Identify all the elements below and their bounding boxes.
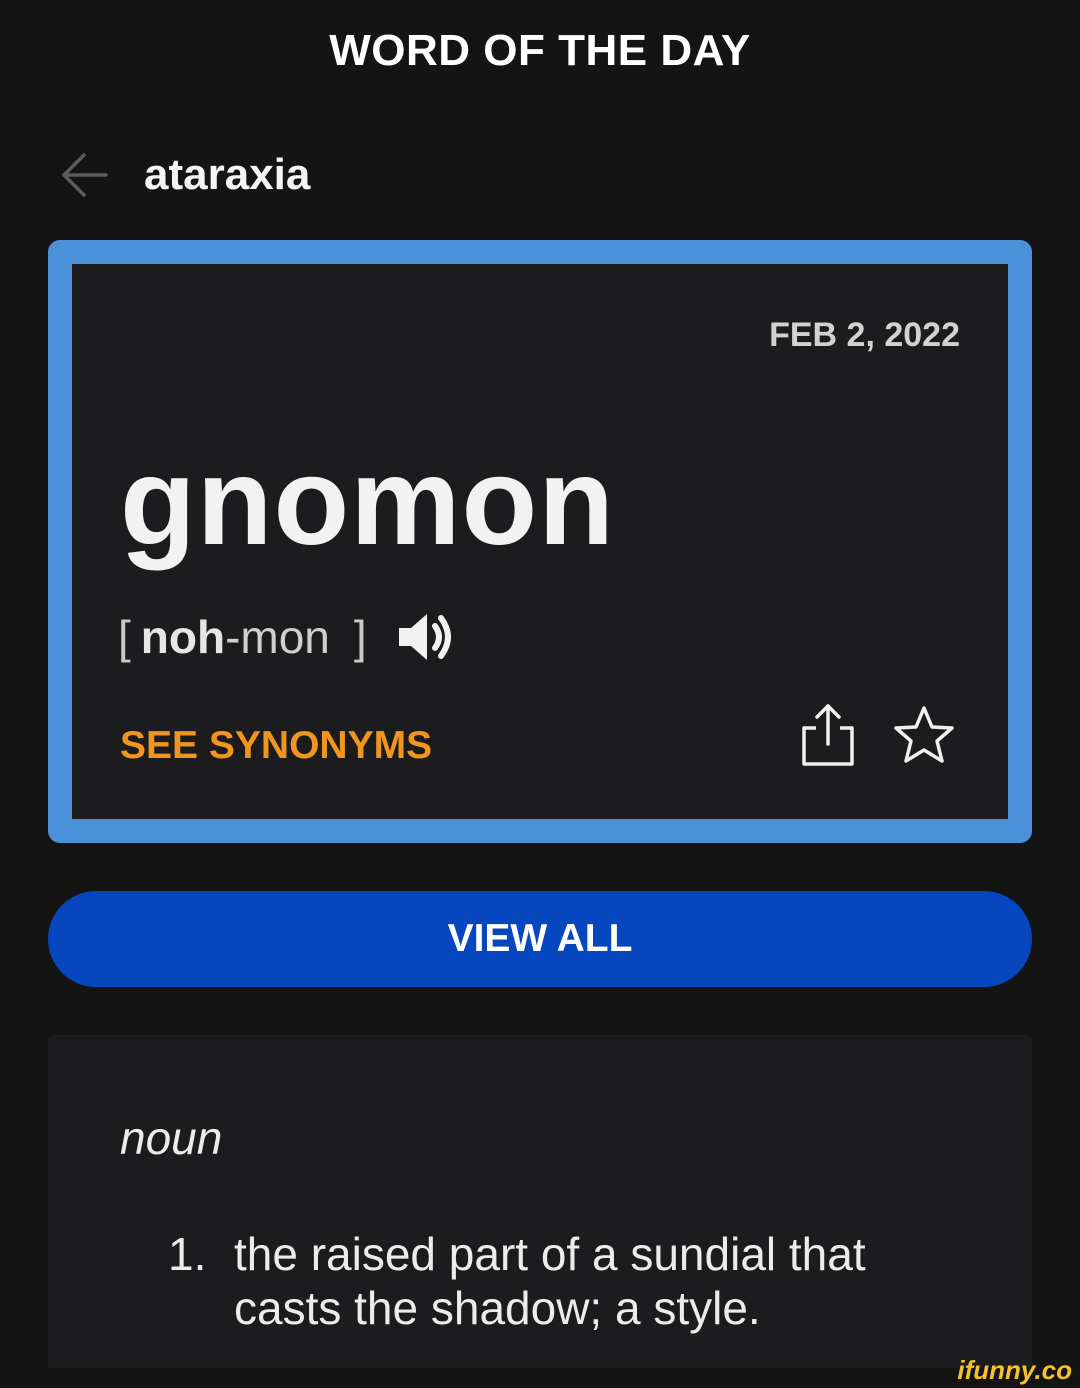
featured-word: gnomon xyxy=(120,433,615,571)
pronunciation-unstressed: -mon xyxy=(225,611,330,663)
word-date: FEB 2, 2022 xyxy=(769,316,960,354)
speaker-icon[interactable] xyxy=(397,610,459,664)
arrow-left-icon[interactable] xyxy=(58,149,110,201)
pronunciation-close-bracket: ] xyxy=(353,611,367,663)
previous-word-nav[interactable]: ataraxia xyxy=(58,145,310,205)
ifunny-watermark: ifunny.co xyxy=(957,1355,1072,1385)
pronunciation: [ noh -mon ] xyxy=(118,610,459,664)
definition-number: 1. xyxy=(168,1228,207,1280)
definition-text: the raised part of a sundial that casts … xyxy=(234,1228,866,1334)
word-of-the-day-card: FEB 2, 2022 gnomon [ noh -mon ] SEE SYNON… xyxy=(48,240,1032,843)
previous-word-label[interactable]: ataraxia xyxy=(144,150,310,200)
page-title: WORD OF THE DAY xyxy=(329,26,751,75)
part-of-speech: noun xyxy=(120,1112,223,1164)
pronunciation-stressed: noh xyxy=(140,611,226,663)
pronunciation-open-bracket: [ xyxy=(118,611,131,663)
view-all-button[interactable]: VIEW ALL xyxy=(48,891,1032,987)
star-icon[interactable] xyxy=(892,704,956,766)
share-icon[interactable] xyxy=(798,702,858,768)
see-synonyms-link[interactable]: SEE SYNONYMS xyxy=(120,724,432,768)
definition-item: 1. the raised part of a sundial that cas… xyxy=(168,1227,928,1335)
definition-panel: noun 1. the raised part of a sundial tha… xyxy=(48,1035,1032,1368)
